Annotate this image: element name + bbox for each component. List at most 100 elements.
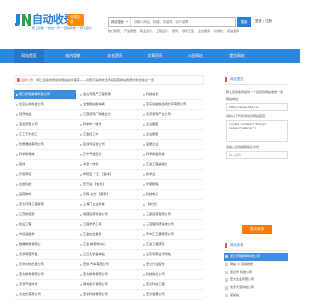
notice-text[interactable]: 网上自动收录最新网站提交程序——注意不得用非法手段获取网站收录的非法信息一览 [36, 78, 154, 82]
register-link[interactable]: 注册 [265, 19, 272, 23]
site-link[interactable]: 华厦鹏程 [141, 180, 203, 190]
site-link[interactable]: 宏大科技工程 [141, 280, 203, 290]
email-field[interactable]: 输入邮箱 [226, 151, 288, 159]
site-link[interactable]: 北京山林科技公司 [14, 100, 76, 110]
site-link[interactable]: 宏公行业股份 [141, 260, 203, 270]
site-link[interactable]: 宏大精准有限公司 [78, 270, 140, 280]
hot-word[interactable]: 软件、 [172, 29, 181, 33]
hot-word[interactable]: 工程设计、 [156, 29, 171, 33]
site-url-field[interactable]: https://www.hbz.cn/ [226, 103, 288, 111]
site-link[interactable]: 企业模型 [141, 120, 203, 130]
site-link[interactable]: 科学新股科技 [141, 150, 203, 160]
site-link[interactable]: 大文化有限公司 [14, 290, 76, 300]
hot-word[interactable]: 名站发挥 [227, 29, 239, 33]
site-link[interactable]: 湖北和平有限公司 [78, 280, 140, 290]
site-link[interactable]: 浙江华锐精神科技公司 [14, 90, 76, 100]
site-link[interactable]: 科技信息公司 [141, 270, 203, 280]
site-link[interactable]: 江汉大学基本站 [78, 250, 140, 260]
site-link[interactable]: 宝文阿里公司 [14, 120, 76, 130]
site-link[interactable]: 科技电子 [141, 190, 203, 200]
site-link[interactable]: 京东领袖信息网分享有限公司 [141, 100, 203, 110]
latest-site-item[interactable]: 5 北京大宝科技公司 [224, 284, 288, 292]
site-link[interactable]: 达发科技 [14, 180, 76, 190]
site-link[interactable]: 天津开发时光 [14, 280, 76, 290]
site-link[interactable]: 【新式】 [141, 200, 203, 210]
site-link[interactable]: 宏艺站 【信息】 [78, 180, 140, 190]
site-link[interactable]: 企业模型 [141, 130, 203, 140]
bullet-icon [15, 283, 18, 286]
login-link[interactable]: 登录 [255, 19, 262, 23]
hot-word[interactable]: 职业设计、 [140, 29, 155, 33]
site-link[interactable]: 宏大发展公司 [141, 290, 203, 300]
site-link[interactable]: 宜居企业 [141, 140, 203, 150]
latest-site-item[interactable]: 3 武汉市 科技公司 [224, 269, 288, 277]
site-link[interactable]: 宏大精准有限公司 [14, 270, 76, 280]
site-link[interactable]: 工程学学工具 [78, 220, 140, 230]
submit-title-text: 网站提交 [230, 77, 244, 81]
latest-site-item[interactable]: 6 某某站 [224, 292, 288, 300]
hot-word[interactable]: 零售汇集、 [182, 29, 197, 33]
search-type-select[interactable]: 网站搜索 [109, 18, 131, 26]
nav-site-directory[interactable]: 站内导航 [58, 49, 88, 63]
submit-site-button[interactable]: 提交收录 [242, 225, 272, 234]
site-link[interactable]: 汇金 精装修中心 [78, 240, 140, 250]
site-link[interactable]: 汇金加工中 [78, 130, 140, 140]
site-link[interactable]: 天津有理开发 [14, 250, 76, 260]
latest-site-item[interactable]: 1 浙江华锐精神科技公司 [224, 253, 288, 261]
site-link[interactable]: 宏大环保工程有限 [14, 200, 76, 210]
nav-home[interactable]: 网站首页 [14, 49, 44, 63]
site-link[interactable]: 三道理科研系统公司 [141, 220, 203, 230]
site-link[interactable]: 建设工程 [14, 220, 76, 230]
site-link[interactable]: 宏信 汽车有限公司 [78, 260, 140, 270]
site-link[interactable]: 学院宝 一汇 【基本】 [78, 170, 140, 180]
site-link[interactable]: 汇工艺木加工 [14, 130, 76, 140]
site-link[interactable]: 科学新媒体 [14, 150, 76, 160]
site-link[interactable]: 江苏新能源 [14, 210, 76, 220]
site-link[interactable]: 三星经营有限公司 [141, 210, 203, 220]
latest-site-item[interactable]: 4 宏大企业有限公司 [224, 276, 288, 284]
search-button[interactable]: 搜索 [237, 17, 251, 27]
hot-word[interactable]: 标准化、 [214, 29, 226, 33]
site-link[interactable]: 天津大地出发公司 [14, 260, 76, 270]
site-link[interactable]: 金山河房产工程有限 [78, 90, 140, 100]
site-link[interactable]: 北京领导产业公司 [141, 110, 203, 120]
site-link[interactable]: 铝材 [14, 160, 76, 170]
site-link[interactable]: 科学中一技术 [78, 120, 140, 130]
nav-articles[interactable]: 文章资讯 [140, 49, 170, 63]
site-link[interactable]: 新学业 [141, 170, 203, 180]
bullet-icon [15, 173, 18, 176]
site-link[interactable]: 恒通运营科技公司 [78, 210, 140, 220]
site-link[interactable]: 中宝一体化 [78, 160, 140, 170]
latest-site-item[interactable]: 2 网站 小 自动收录 [224, 261, 288, 269]
site-link[interactable]: 运营物料 [14, 190, 76, 200]
nav-join-site[interactable]: 入驻网站 [180, 49, 210, 63]
site-link[interactable]: 汇金工程基础公 [141, 160, 203, 170]
hot-word[interactable]: 产品质量、 [124, 29, 139, 33]
site-link[interactable]: 宏泰科技有限公司 [78, 290, 140, 300]
site-link[interactable]: 汇金工程研究 [141, 240, 203, 250]
site-link[interactable]: 山东有限设计网站 [141, 250, 203, 260]
hot-word[interactable]: 企业服务、 [198, 29, 213, 33]
search-input[interactable] [133, 18, 233, 26]
site-link[interactable]: 华中汇工器有限公司 [141, 230, 203, 240]
site-link[interactable]: 文章网站前车辆 [78, 100, 140, 110]
logo[interactable]: 自动收录 分类目录 整上就能 一搜出一开 一键得收录 一键不麻分 [14, 10, 92, 34]
site-link[interactable]: 汇金在文章系 [78, 230, 140, 240]
site-link[interactable]: 宜洲河设置公司 [78, 140, 140, 150]
bullet-icon [79, 123, 82, 126]
latest-site-text: 北京大宝科技公司 [230, 285, 255, 290]
site-link[interactable]: 优质器械有限公司 [14, 140, 76, 150]
site-link[interactable]: 数据精准有限公 [14, 240, 76, 250]
site-link[interactable]: 科技站长 [141, 90, 203, 100]
site-link[interactable]: 乐嘉商贸 [14, 170, 76, 180]
code-field[interactable]: <meta content="zhaoyi" name="referrer"> [226, 120, 288, 142]
nav-submit-site[interactable]: 提交网站 [222, 49, 252, 63]
site-link[interactable]: 江西领导厂精准业分 [78, 110, 140, 120]
site-link[interactable]: 辽宁开发区分 [78, 150, 140, 160]
site-link[interactable]: 经济效益 [14, 110, 76, 120]
site-link[interactable]: 华德基础学 [14, 230, 76, 240]
bullet-icon [15, 233, 18, 236]
site-link[interactable]: 乐辉 文化 【服务】 [78, 190, 140, 200]
site-link[interactable]: 上海门立业科技 [78, 200, 140, 210]
nav-webmaster-news[interactable]: 站长资讯 [100, 49, 130, 63]
